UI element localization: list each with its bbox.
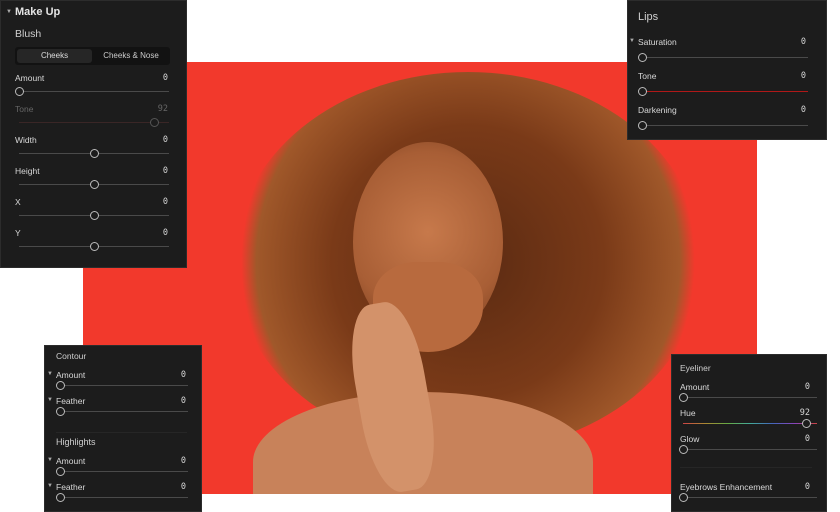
slider-value: 0 — [162, 166, 168, 176]
slider-thumb[interactable] — [56, 381, 65, 390]
slider-feather: ▼ Feather 0 — [45, 482, 201, 512]
divider — [680, 467, 812, 468]
slider-value: 0 — [180, 370, 186, 380]
slider-track[interactable] — [19, 122, 169, 123]
panel-title: Lips — [638, 11, 659, 23]
slider-value: 0 — [800, 105, 806, 115]
slider-value: 0 — [180, 482, 186, 492]
slider-label: Feather — [56, 482, 86, 492]
caret-icon[interactable]: ▼ — [47, 457, 53, 463]
divider — [56, 432, 187, 433]
caret-icon[interactable]: ▼ — [47, 483, 53, 489]
slider-track[interactable] — [60, 497, 188, 498]
slider-thumb[interactable] — [679, 493, 688, 502]
slider-track[interactable] — [683, 397, 817, 398]
slider-width: Width 0 — [1, 135, 186, 165]
section-title: Contour — [56, 351, 87, 361]
slider-label: X — [15, 197, 21, 207]
slider-value: 0 — [804, 382, 810, 392]
slider-value: 0 — [162, 197, 168, 207]
slider-thumb[interactable] — [638, 53, 647, 62]
slider-track[interactable] — [683, 449, 817, 450]
slider-thumb[interactable] — [90, 242, 99, 251]
slider-y: Y0 — [1, 228, 186, 258]
slider-label: Darkening — [638, 105, 677, 115]
slider-amount: Amount 0 — [1, 73, 186, 103]
slider-track[interactable] — [683, 497, 817, 498]
slider-thumb[interactable] — [15, 87, 24, 96]
caret-icon[interactable]: ▼ — [47, 371, 53, 377]
slider-x: X0 — [1, 197, 186, 227]
slider-tone: Tone 0 — [628, 71, 826, 101]
slider-saturation: ▼ Saturation 0 — [628, 37, 826, 67]
slider-thumb[interactable] — [150, 118, 159, 127]
slider-label: Amount — [56, 456, 86, 466]
slider-height: Height 0 — [1, 166, 186, 196]
slider-label: Glow — [680, 434, 700, 444]
tab-cheeks-nose[interactable]: Cheeks & Nose — [94, 49, 168, 63]
slider-value: 0 — [800, 37, 806, 47]
slider-value: 0 — [180, 396, 186, 406]
slider-label: Saturation — [638, 37, 677, 47]
caret-icon[interactable]: ▼ — [629, 38, 635, 44]
slider-value: 0 — [162, 228, 168, 238]
slider-track[interactable] — [60, 385, 188, 386]
slider-value: 0 — [162, 73, 168, 83]
slider-track[interactable] — [60, 411, 188, 412]
slider-thumb[interactable] — [802, 419, 812, 428]
slider-tone: Tone 92 — [1, 104, 186, 134]
collapse-caret-icon[interactable]: ▼ — [6, 9, 12, 15]
slider-label: Tone — [638, 71, 657, 81]
section-title: Blush — [15, 28, 42, 40]
slider-label: Amount — [56, 370, 86, 380]
section-title: Eyeliner — [680, 363, 711, 373]
panel-title: Make Up — [15, 6, 61, 18]
slider-thumb[interactable] — [90, 211, 99, 220]
slider-feather: ▼ Feather 0 — [45, 396, 201, 426]
slider-label: Y — [15, 228, 21, 238]
eyeliner-panel: Eyeliner Amount 0 Hue 92 Glow 0 Eyebrows Enha… — [671, 354, 827, 512]
slider-label: Feather — [56, 396, 86, 406]
slider-eyebrows-enhancement: Eyebrows Enhancement 0 — [672, 482, 826, 512]
slider-value: 92 — [157, 104, 168, 114]
slider-track[interactable] — [642, 125, 808, 126]
slider-value: 0 — [804, 482, 810, 492]
blush-tabs: Cheeks Cheeks & Nose — [15, 47, 170, 65]
contour-panel: Contour ▼ Amount 0 ▼ Feather 0 Highlights ▼ Am… — [44, 345, 202, 512]
slider-label: Amount — [680, 382, 710, 392]
slider-darkening: Darkening 0 — [628, 105, 826, 135]
slider-thumb[interactable] — [679, 445, 688, 454]
slider-value: 0 — [800, 71, 806, 81]
slider-value: 0 — [804, 434, 810, 444]
slider-track[interactable] — [19, 91, 169, 92]
slider-thumb[interactable] — [56, 467, 65, 476]
lips-panel: Lips ▼ Saturation 0 Tone 0 Darkening 0 — [627, 0, 827, 140]
slider-label: Height — [15, 166, 40, 176]
slider-thumb[interactable] — [638, 121, 647, 130]
slider-label: Hue — [680, 408, 696, 418]
slider-track[interactable] — [60, 471, 188, 472]
slider-label: Tone — [15, 104, 34, 114]
slider-thumb[interactable] — [56, 407, 65, 416]
slider-track[interactable] — [642, 57, 808, 58]
slider-track[interactable] — [683, 423, 817, 424]
makeup-panel: ▼ Make Up Blush Cheeks Cheeks & Nose Amo… — [0, 0, 187, 268]
slider-thumb[interactable] — [638, 87, 647, 96]
tab-cheeks[interactable]: Cheeks — [17, 49, 92, 63]
slider-glow: Glow 0 — [672, 434, 826, 464]
slider-label: Amount — [15, 73, 45, 83]
slider-thumb[interactable] — [56, 493, 65, 502]
slider-track[interactable] — [642, 91, 808, 92]
slider-label: Eyebrows Enhancement — [680, 482, 773, 492]
slider-value: 0 — [180, 456, 186, 466]
section-title: Highlights — [56, 437, 96, 447]
slider-thumb[interactable] — [90, 180, 99, 189]
slider-thumb[interactable] — [679, 393, 688, 402]
slider-value: 92 — [799, 408, 810, 418]
slider-thumb[interactable] — [90, 149, 99, 158]
slider-label: Width — [15, 135, 37, 145]
caret-icon[interactable]: ▼ — [47, 397, 53, 403]
slider-value: 0 — [162, 135, 168, 145]
